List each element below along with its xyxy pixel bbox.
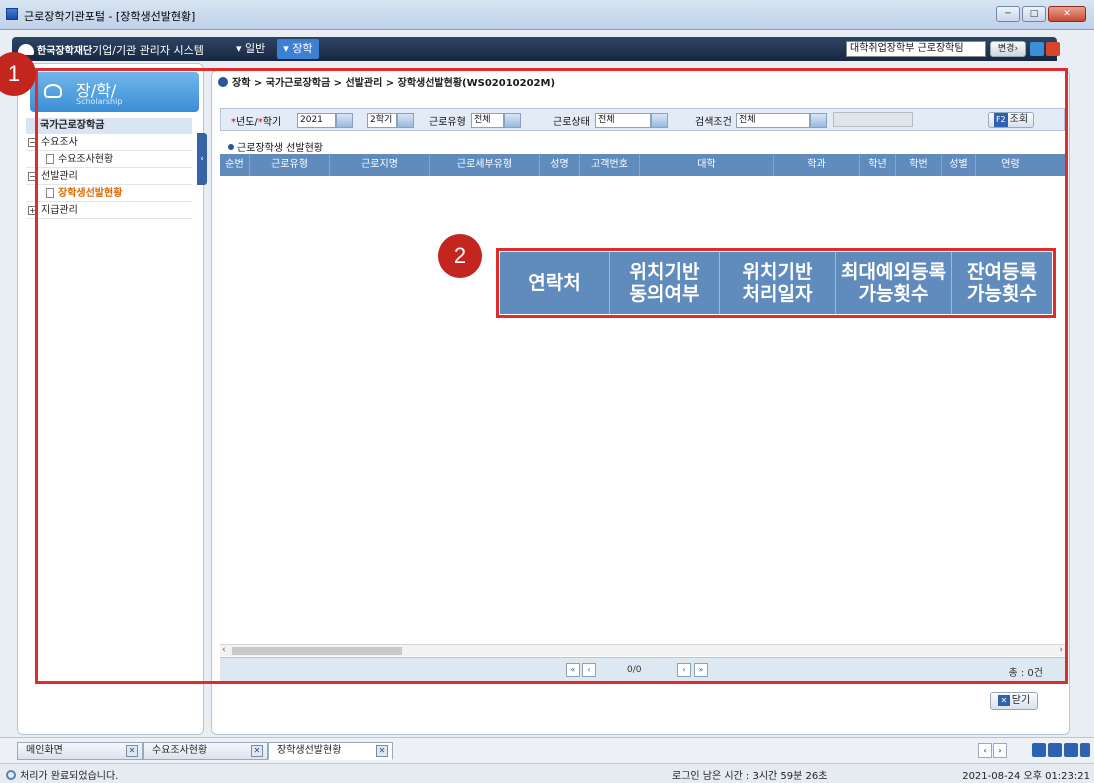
maximize-button[interactable]: □ [1022,6,1046,22]
window-controls: ─ □ ✕ [996,6,1086,22]
tile-horizontal-icon[interactable] [1048,743,1062,757]
datetime: 2021-08-24 오후 01:23:21 [962,771,1090,782]
minimize-button[interactable]: ─ [996,6,1020,22]
search-icon [6,769,16,780]
close-window-button[interactable]: ✕ [1048,6,1086,22]
print-icon[interactable] [1030,42,1044,56]
status-message: 처리가 완료되었습니다. [6,767,118,782]
logo: 한국장학재단 [18,42,92,57]
close-tab-icon[interactable]: ✕ [251,745,263,757]
annotation-badge-2: 2 [438,234,482,278]
logo-text: 한국장학재단 [37,46,93,57]
menu-general[interactable]: ▾ 일반 [230,39,271,59]
session-time: 로그인 남은 시간 : 3시간 59분 26초 [672,771,828,782]
menu-scholarship[interactable]: ▾ 장학 [277,39,319,59]
logout-icon[interactable] [1046,42,1060,56]
window-title: 근로장학기관포털 - [장학생선발현황] [24,10,196,23]
tab-prev-icon[interactable]: ‹ [978,743,992,758]
tab-label: 메인화면 [26,745,63,756]
app-header: 한국장학재단 기업/기관 관리자 시스템 ▾ 일반 ▾ 장학 대학취업장학부 근… [12,37,1060,61]
app-icon [6,8,18,20]
department-select[interactable]: 대학취업장학부 근로장학팀 [846,41,986,57]
tab-label: 수요조사현황 [152,745,208,756]
zoomed-column-headers: 연락처 위치기반 동의여부 위치기반 처리일자 최대예외등록 가능횟수 잔여등록… [500,252,1052,314]
menu-general-label: 일반 [245,42,266,55]
system-title: 기업/기관 관리자 시스템 [92,44,204,57]
menu-scholarship-label: 장학 [292,42,313,55]
close-all-icon[interactable] [1080,743,1090,757]
cascade-icon[interactable] [1064,743,1078,757]
zoom-col-max-exception: 최대예외등록 가능횟수 [836,252,952,314]
tab-main[interactable]: 메인화면 ✕ [17,742,143,760]
change-label: 변경 [997,44,1015,54]
zoom-col-remaining: 잔여등록 가능횟수 [967,261,1037,305]
window-titlebar: 근로장학기관포털 - [장학생선발현황] ─ □ ✕ [0,0,1094,30]
tab-demand-survey-status[interactable]: 수요조사현황 ✕ [143,742,268,760]
close-button[interactable]: ✕ 닫기 [990,692,1038,710]
close-label: 닫기 [1011,695,1031,706]
status-bar: 처리가 완료되었습니다. 로그인 남은 시간 : 3시간 59분 26초 202… [0,763,1094,783]
close-icon: ✕ [997,695,1010,706]
tab-next-icon[interactable]: › [993,743,1007,758]
tile-vertical-icon[interactable] [1032,743,1046,757]
annotation-frame-1 [35,68,1068,684]
tab-label: 장학생선발현황 [277,745,342,756]
zoom-col-contact: 연락처 [500,252,610,314]
zoom-col-location-consent: 위치기반 동의여부 [610,252,720,314]
tab-bar: 메인화면 ✕ 수요조사현황 ✕ 장학생선발현황 ✕ ‹ › [0,737,1094,762]
close-tab-icon[interactable]: ✕ [376,745,388,757]
zoom-col-location-date: 위치기반 처리일자 [720,252,836,314]
status-message-text: 처리가 완료되었습니다. [20,771,119,782]
close-tab-icon[interactable]: ✕ [126,745,138,757]
tab-scholar-selection-status[interactable]: 장학생선발현황 ✕ [268,742,393,760]
top-menu: ▾ 일반 ▾ 장학 [230,39,319,59]
change-button[interactable]: 변경› [990,41,1026,57]
